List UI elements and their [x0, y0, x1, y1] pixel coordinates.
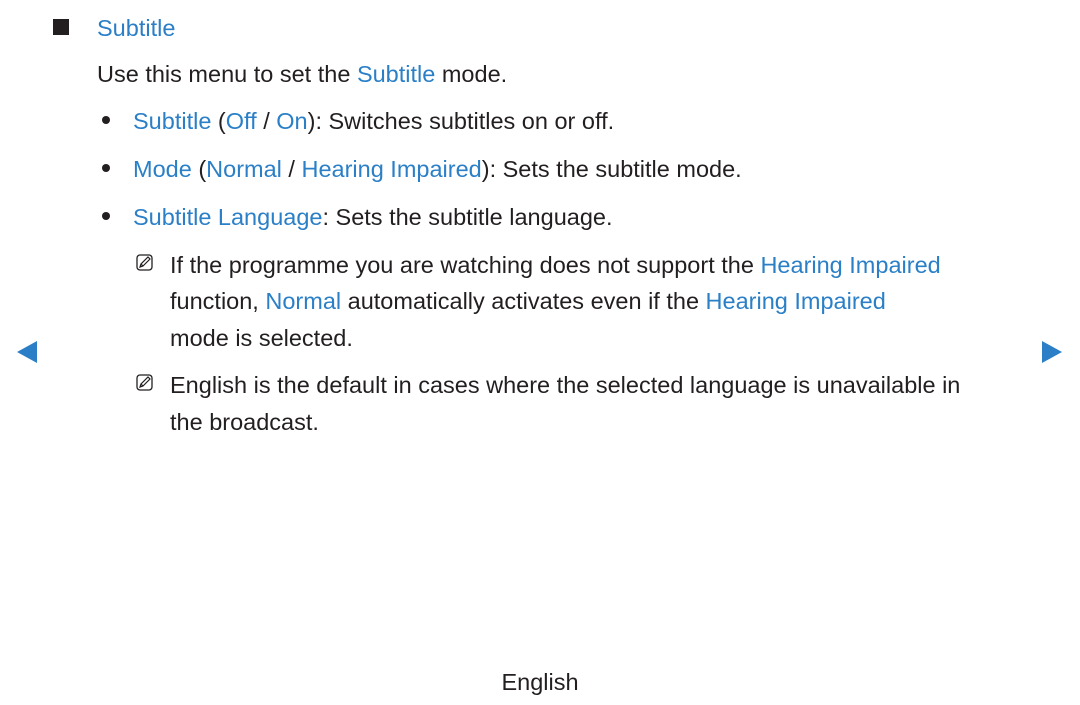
note-icon	[136, 374, 153, 391]
bullet-mode: Mode (Normal / Hearing Impaired): Sets t…	[133, 156, 742, 182]
text-part: function,	[170, 288, 266, 314]
option-name: Subtitle	[133, 108, 212, 134]
bullet-subtitle: Subtitle (Off / On): Switches subtitles …	[133, 108, 614, 134]
highlight: Hearing Impaired	[760, 252, 941, 278]
text-part: /	[281, 156, 302, 182]
section-square-icon	[53, 19, 69, 35]
text-part: the broadcast.	[170, 409, 319, 435]
text-part: automatically activates even if the	[341, 288, 706, 314]
note-2-line-2: the broadcast.	[170, 409, 319, 435]
option-value: Hearing Impaired	[301, 156, 482, 182]
previous-page-arrow-icon[interactable]	[17, 341, 37, 363]
note-1-line-1: If the programme you are watching does n…	[170, 252, 941, 278]
note-1-line-2: function, Normal automatically activates…	[170, 288, 886, 314]
text-part: If the programme you are watching does n…	[170, 252, 761, 278]
option-name: Mode	[133, 156, 192, 182]
note-2-line-1: English is the default in cases where th…	[170, 372, 960, 398]
intro-part: mode.	[435, 61, 508, 87]
footer-language: English	[501, 669, 579, 695]
next-page-arrow-icon[interactable]	[1042, 341, 1062, 363]
bullet-subtitle-language: Subtitle Language: Sets the subtitle lan…	[133, 204, 613, 230]
option-value: Off	[225, 108, 257, 134]
text-part: ): Sets the subtitle mode.	[481, 156, 742, 182]
text-part: (	[191, 156, 207, 182]
bullet-dot-icon	[102, 212, 110, 220]
option-value: On	[276, 108, 308, 134]
option-value: Normal	[206, 156, 282, 182]
bullet-dot-icon	[102, 164, 110, 172]
intro-highlight: Subtitle	[356, 61, 436, 87]
text-part: (	[211, 108, 226, 134]
text-part: ): Switches subtitles on or off.	[307, 108, 615, 134]
option-name: Subtitle Language	[133, 204, 323, 230]
intro-text: Use this menu to set the Subtitle mode.	[97, 61, 507, 87]
note-1-line-3: mode is selected.	[170, 325, 353, 351]
bullet-dot-icon	[102, 116, 110, 124]
intro-part: Use this menu to set the	[97, 61, 357, 87]
text-part: English is the default in cases where th…	[170, 372, 961, 398]
text-part: /	[256, 108, 277, 134]
highlight: Normal	[265, 288, 342, 314]
text-part: : Sets the subtitle language.	[322, 204, 613, 230]
section-title: Subtitle	[97, 15, 176, 41]
text-part: mode is selected.	[170, 325, 353, 351]
note-icon	[136, 254, 153, 271]
highlight: Hearing Impaired	[705, 288, 886, 314]
